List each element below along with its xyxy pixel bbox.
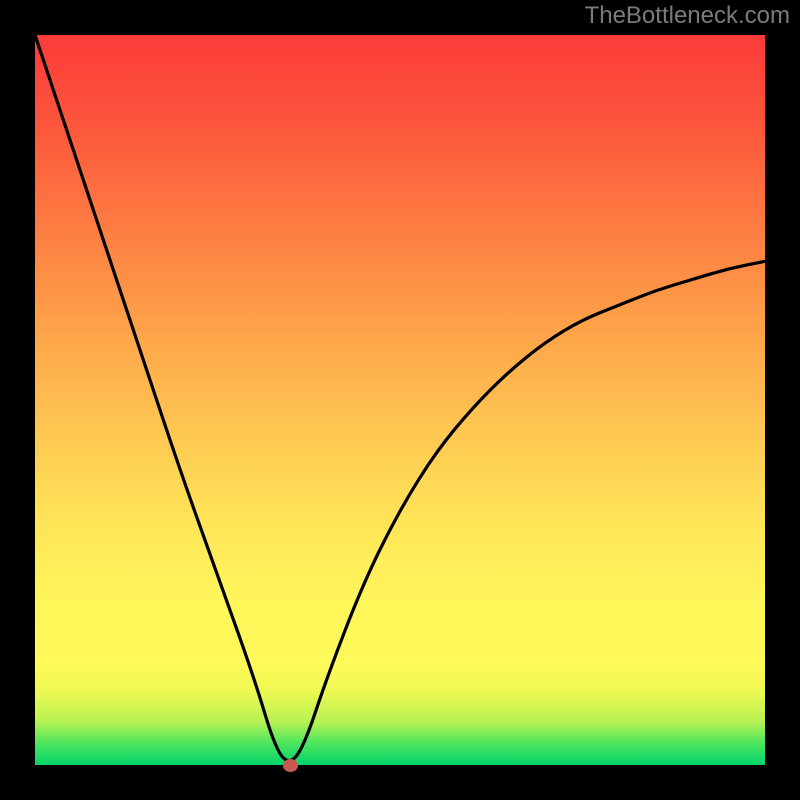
curve-svg bbox=[35, 35, 765, 765]
minimum-marker bbox=[283, 759, 298, 772]
chart-frame: TheBottleneck.com bbox=[0, 0, 800, 800]
plot-area bbox=[35, 35, 765, 765]
attribution-text: TheBottleneck.com bbox=[585, 2, 790, 30]
bottleneck-curve-path bbox=[35, 35, 765, 761]
